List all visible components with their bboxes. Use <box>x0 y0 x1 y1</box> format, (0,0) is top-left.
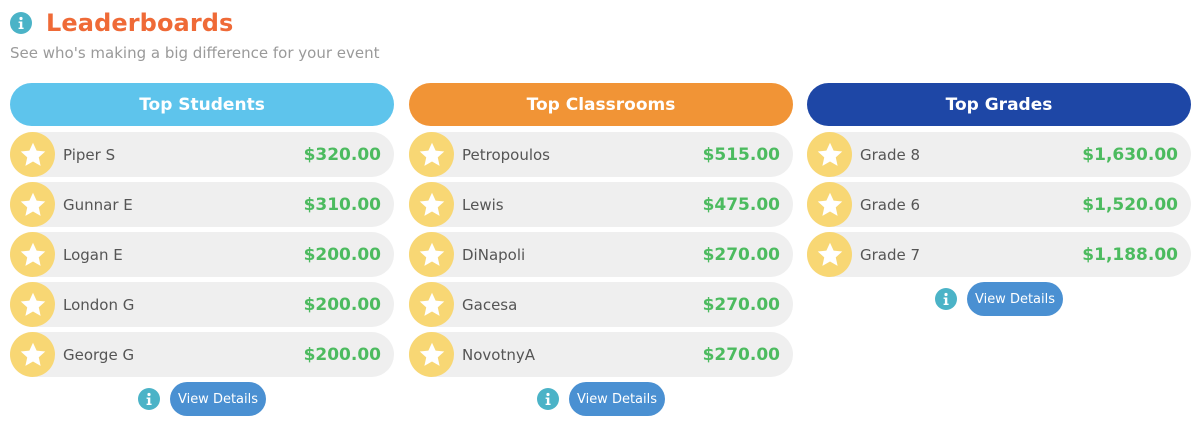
page-subtitle: See who's making a big difference for yo… <box>10 44 380 62</box>
info-icon[interactable] <box>536 388 559 410</box>
star-icon <box>409 332 454 377</box>
classroom-name: Gacesa <box>462 295 518 314</box>
list-item: Gacesa $270.00 <box>409 282 793 327</box>
amount-raised: $475.00 <box>702 194 780 215</box>
classrooms-footer: View Details <box>409 382 793 416</box>
classroom-name: Petropoulos <box>462 145 551 164</box>
top-students-header: Top Students <box>10 83 394 126</box>
grade-name: Grade 7 <box>860 245 921 264</box>
star-icon <box>10 132 55 177</box>
star-icon <box>10 182 55 227</box>
info-icon[interactable] <box>934 288 957 310</box>
star-icon <box>409 232 454 277</box>
list-item: London G $200.00 <box>10 282 394 327</box>
leaderboard-students: Top Students Piper S $320.00 Gunnar E $3… <box>10 83 394 416</box>
grade-name: Grade 6 <box>860 195 921 214</box>
view-details-button[interactable]: View Details <box>169 382 267 416</box>
star-icon <box>409 132 454 177</box>
list-item: George G $200.00 <box>10 332 394 377</box>
star-icon <box>807 132 852 177</box>
list-item: Grade 7 $1,188.00 <box>807 232 1191 277</box>
list-item: Grade 6 $1,520.00 <box>807 182 1191 227</box>
list-item: Lewis $475.00 <box>409 182 793 227</box>
students-list: Piper S $320.00 Gunnar E $310.00 Logan E… <box>10 132 394 377</box>
list-item: Grade 8 $1,630.00 <box>807 132 1191 177</box>
amount-raised: $515.00 <box>702 144 780 165</box>
amount-raised: $270.00 <box>702 344 780 365</box>
amount-raised: $200.00 <box>303 344 381 365</box>
view-details-button[interactable]: View Details <box>568 382 666 416</box>
student-name: George G <box>63 345 135 364</box>
grades-list: Grade 8 $1,630.00 Grade 6 $1,520.00 Grad… <box>807 132 1191 277</box>
amount-raised: $1,188.00 <box>1082 244 1178 265</box>
star-icon <box>10 282 55 327</box>
star-icon <box>807 182 852 227</box>
student-name: Logan E <box>63 245 123 264</box>
classroom-name: DiNapoli <box>462 245 526 264</box>
grades-footer: View Details <box>807 282 1191 316</box>
classrooms-list: Petropoulos $515.00 Lewis $475.00 DiNapo… <box>409 132 793 377</box>
star-icon <box>409 182 454 227</box>
amount-raised: $1,630.00 <box>1082 144 1178 165</box>
star-icon <box>10 232 55 277</box>
amount-raised: $200.00 <box>303 244 381 265</box>
leaderboards-header: Leaderboards See who's making a big diff… <box>10 6 379 62</box>
info-icon[interactable] <box>137 388 160 410</box>
student-name: Gunnar E <box>63 195 133 214</box>
title-row: Leaderboards <box>10 6 379 40</box>
student-name: London G <box>63 295 135 314</box>
amount-raised: $320.00 <box>303 144 381 165</box>
list-item: DiNapoli $270.00 <box>409 232 793 277</box>
amount-raised: $200.00 <box>303 294 381 315</box>
grade-name: Grade 8 <box>860 145 921 164</box>
top-classrooms-header: Top Classrooms <box>409 83 793 126</box>
leaderboard-classrooms: Top Classrooms Petropoulos $515.00 Lewis… <box>409 83 793 416</box>
list-item: Gunnar E $310.00 <box>10 182 394 227</box>
star-icon <box>807 232 852 277</box>
list-item: Petropoulos $515.00 <box>409 132 793 177</box>
amount-raised: $310.00 <box>303 194 381 215</box>
list-item: Logan E $200.00 <box>10 232 394 277</box>
star-icon <box>409 282 454 327</box>
view-details-button[interactable]: View Details <box>966 282 1064 316</box>
amount-raised: $270.00 <box>702 294 780 315</box>
amount-raised: $270.00 <box>702 244 780 265</box>
star-icon <box>10 332 55 377</box>
classroom-name: NovotnyA <box>462 345 535 364</box>
students-footer: View Details <box>10 382 394 416</box>
amount-raised: $1,520.00 <box>1082 194 1178 215</box>
top-grades-header: Top Grades <box>807 83 1191 126</box>
info-icon[interactable] <box>10 12 32 34</box>
page-title: Leaderboards <box>46 9 234 37</box>
leaderboard-grades: Top Grades Grade 8 $1,630.00 Grade 6 $1,… <box>807 83 1191 316</box>
classroom-name: Lewis <box>462 195 504 214</box>
list-item: NovotnyA $270.00 <box>409 332 793 377</box>
student-name: Piper S <box>63 145 116 164</box>
list-item: Piper S $320.00 <box>10 132 394 177</box>
